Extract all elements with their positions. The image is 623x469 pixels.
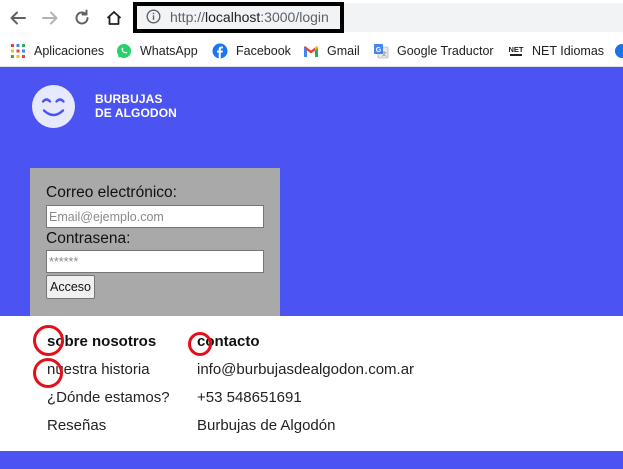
bookmark-google-traductor[interactable]: G文 Google Traductor — [373, 41, 494, 61]
footer-contact-email[interactable]: info@burbujasdealgodon.com.ar — [197, 360, 414, 388]
home-icon — [106, 11, 122, 25]
bookmark-label: Aplicaciones — [34, 44, 105, 58]
google-translate-icon: G文 — [373, 43, 389, 59]
home-button[interactable] — [102, 6, 126, 30]
url-path: :3000/login — [260, 9, 329, 25]
footer-contact-column: contacto info@burbujasdealgodon.com.ar +… — [197, 332, 414, 444]
hero-section: BURBUJAS DE ALGODON Correo electrónico: … — [0, 67, 623, 316]
brand-name[interactable]: BURBUJAS DE ALGODON — [95, 92, 177, 120]
bookmark-whatsapp[interactable]: WhatsApp — [116, 41, 198, 61]
bookmarks-bar: Aplicaciones WhatsApp Facebook Gmail G文 … — [0, 36, 623, 67]
smiley-face-icon — [32, 85, 75, 128]
globe-icon — [614, 43, 623, 59]
url-scheme: http:// — [170, 9, 206, 25]
whatsapp-icon — [116, 43, 132, 59]
bookmark-label: WhatsApp — [140, 44, 198, 58]
bookmark-label: Google Traductor — [397, 44, 494, 58]
annotation-circle — [33, 358, 63, 388]
back-button[interactable] — [6, 6, 30, 30]
svg-text:文: 文 — [381, 50, 387, 58]
password-label: Contrasena: — [46, 230, 131, 247]
bookmark-aplicaciones[interactable]: Aplicaciones — [10, 41, 104, 61]
brand-line-2: DE ALGODON — [95, 106, 177, 120]
bottom-bar — [0, 451, 623, 469]
gmail-icon — [303, 43, 319, 59]
bookmark-overflow[interactable] — [614, 41, 623, 61]
forward-button[interactable] — [38, 6, 62, 30]
footer-contact-phone[interactable]: +53 548651691 — [197, 388, 414, 416]
annotation-circle — [188, 332, 212, 356]
footer-contact-heading: contacto — [197, 333, 260, 350]
footer-link-location[interactable]: ¿Dónde estamos? — [47, 388, 170, 416]
bookmark-facebook[interactable]: Facebook — [212, 41, 291, 61]
browser-toolbar: http://localhost:3000/login — [0, 0, 623, 36]
brand-line-1: BURBUJAS — [95, 92, 163, 106]
password-field[interactable] — [46, 250, 264, 273]
bookmark-net-idiomas[interactable]: NET NET Idiomas — [508, 41, 605, 61]
annotation-circle — [33, 325, 64, 356]
svg-text:NET: NET — [509, 45, 524, 54]
footer-contact-name: Burbujas de Algodón — [197, 417, 336, 434]
site-info-icon[interactable] — [146, 9, 161, 24]
submit-button[interactable]: Acceso — [46, 275, 95, 299]
url-text[interactable]: http://localhost:3000/login — [170, 9, 329, 25]
footer: sobre nosotros nuestra historia ¿Dónde e… — [0, 316, 623, 451]
footer-about-heading: sobre nosotros — [47, 333, 157, 350]
email-label: Correo electrónico: — [46, 184, 177, 201]
facebook-icon — [212, 43, 228, 59]
arrow-left-icon — [10, 11, 26, 25]
bookmark-label: Gmail — [327, 44, 360, 58]
login-form: Correo electrónico: Contrasena: Acceso — [30, 168, 280, 316]
arrow-right-icon — [42, 11, 58, 25]
url-host: localhost — [205, 9, 261, 25]
bookmark-label: Facebook — [236, 44, 291, 58]
reload-icon — [75, 9, 89, 25]
reload-button[interactable] — [70, 6, 94, 30]
email-field[interactable] — [46, 205, 264, 228]
bookmark-label: NET Idiomas — [532, 44, 605, 58]
net-idiomas-icon: NET — [508, 43, 524, 59]
footer-about-column: sobre nosotros nuestra historia ¿Dónde e… — [47, 332, 170, 444]
footer-link-history[interactable]: nuestra historia — [47, 360, 170, 388]
bookmark-gmail[interactable]: Gmail — [303, 41, 360, 61]
apps-grid-icon — [10, 43, 26, 59]
footer-link-reviews[interactable]: Reseñas — [47, 416, 170, 444]
